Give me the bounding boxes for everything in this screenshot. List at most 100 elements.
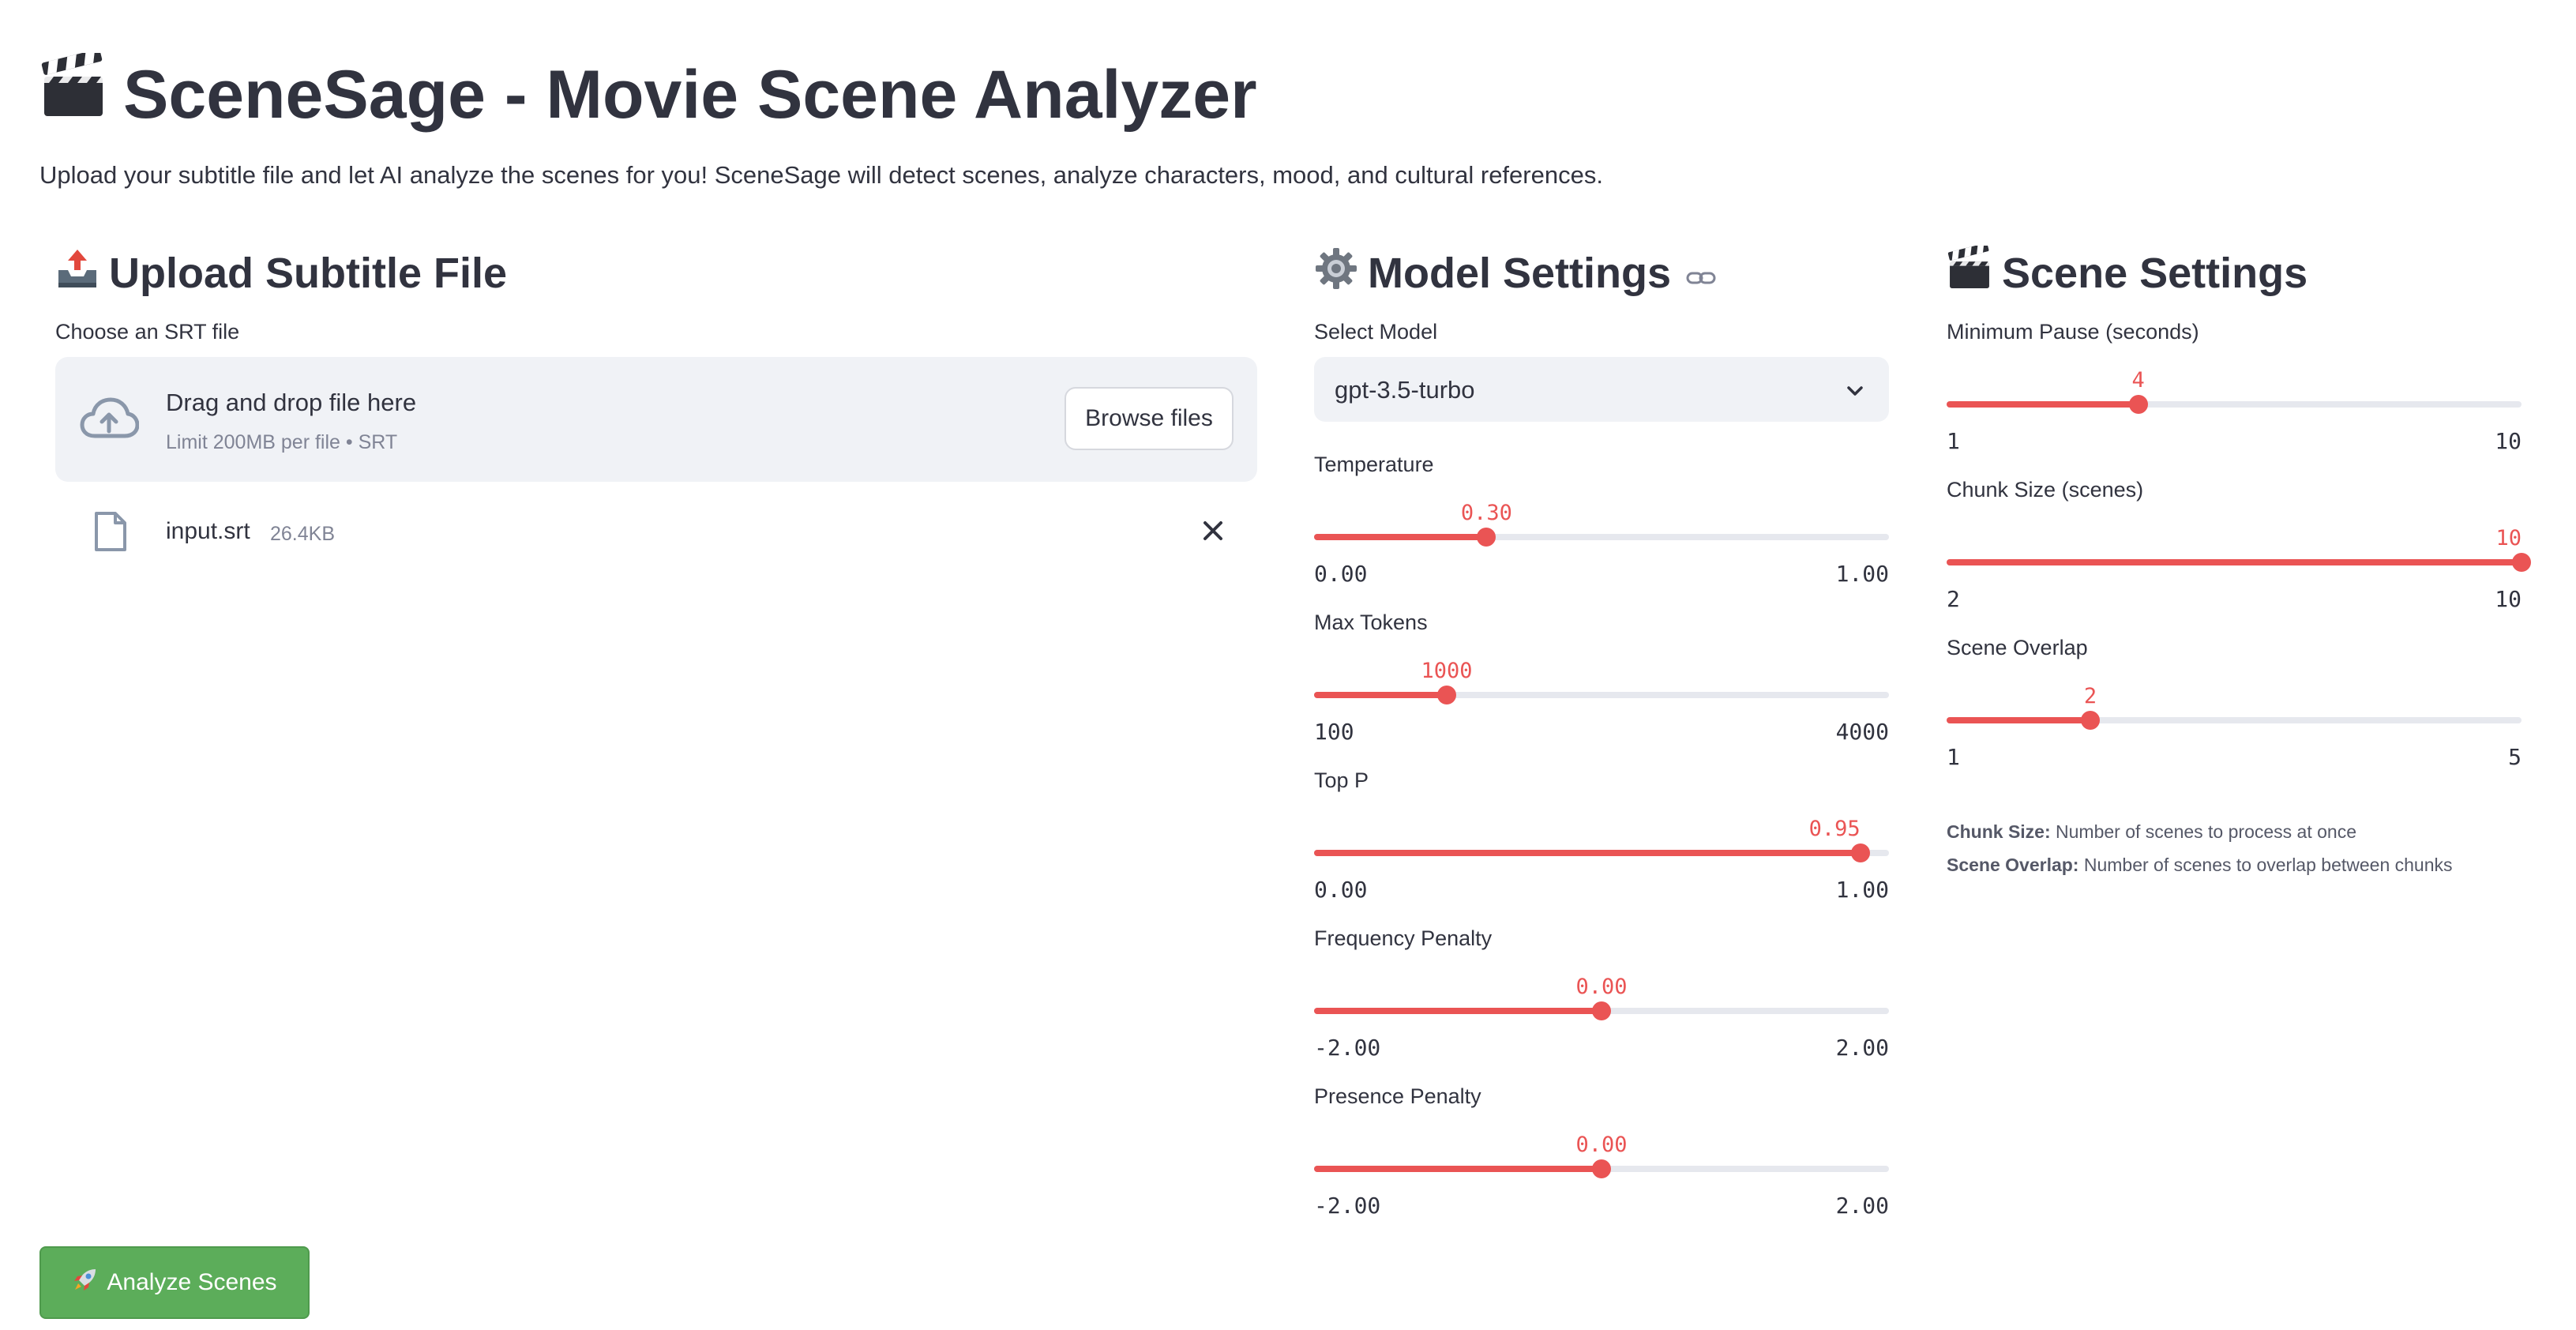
slider-track[interactable] xyxy=(1947,553,2531,572)
clapper-board-icon xyxy=(1947,242,1992,302)
slider-value: 0.00 xyxy=(1575,975,1628,999)
slider-min: 0.00 xyxy=(1314,561,1368,587)
slider-min: 1 xyxy=(1947,428,1960,454)
help-line-chunk-size: Chunk Size: Number of scenes to process … xyxy=(1947,815,2522,848)
slider-max: 5 xyxy=(2508,744,2522,770)
slider-track[interactable] xyxy=(1314,1159,1889,1178)
frequency-penalty-slider[interactable]: Frequency Penalty 0.00 -2.00 2.00 xyxy=(1314,924,1889,1082)
model-settings-heading-text: Model Settings xyxy=(1368,250,1672,297)
scene-overlap-slider[interactable]: Scene Overlap 2 1 5 xyxy=(1947,633,2522,791)
slider-label: Scene Overlap xyxy=(1947,636,2088,659)
model-select[interactable]: gpt-3.5-turbo xyxy=(1314,357,1889,422)
uploaded-file-name: input.srt xyxy=(166,518,250,544)
help-term: Chunk Size: xyxy=(1947,821,2051,842)
uploaded-file-row: input.srt 26.4KB xyxy=(55,498,1257,569)
slider-track[interactable] xyxy=(1947,711,2522,730)
analyze-scenes-button[interactable]: Analyze Scenes xyxy=(39,1246,310,1319)
temperature-slider[interactable]: Temperature 0.30 0.00 1.00 xyxy=(1314,450,1889,608)
remove-file-close-icon[interactable] xyxy=(1197,515,1229,550)
slider-fill xyxy=(1947,401,2139,408)
slider-label: Chunk Size (scenes) xyxy=(1947,478,2144,502)
outbox-tray-icon xyxy=(55,246,100,301)
scene-settings-help: Chunk Size: Number of scenes to process … xyxy=(1947,815,2522,881)
model-settings-heading: Model Settings xyxy=(1314,237,1889,310)
slider-thumb[interactable] xyxy=(1437,686,1457,704)
slider-fill xyxy=(1314,1166,1602,1172)
model-sliders: Temperature 0.30 0.00 1.00 Max Tokens 10… xyxy=(1314,450,1889,1240)
slider-track[interactable] xyxy=(1947,395,2522,414)
slider-thumb[interactable] xyxy=(2128,395,2148,414)
model-select-value: gpt-3.5-turbo xyxy=(1335,376,1475,404)
slider-label: Presence Penalty xyxy=(1314,1084,1481,1108)
slider-value: 0.00 xyxy=(1575,1133,1628,1157)
slider-min: -2.00 xyxy=(1314,1035,1381,1061)
help-term: Scene Overlap: xyxy=(1947,855,2079,875)
slider-value: 1000 xyxy=(1421,659,1473,683)
slider-max: 4000 xyxy=(1835,719,1889,745)
upload-heading-text: Upload Subtitle File xyxy=(109,250,508,297)
slider-min: 1 xyxy=(1947,744,1960,770)
browse-files-button[interactable]: Browse files xyxy=(1065,387,1234,450)
slider-min: 0.00 xyxy=(1314,877,1368,903)
page-description: Upload your subtitle file and let AI ana… xyxy=(39,161,1603,189)
slider-label: Frequency Penalty xyxy=(1314,926,1493,950)
slider-label: Top P xyxy=(1314,768,1369,792)
slider-thumb[interactable] xyxy=(1592,1159,1611,1178)
upload-section: Upload Subtitle File Choose an SRT file … xyxy=(55,237,1257,569)
slider-value: 0.95 xyxy=(1808,817,1861,841)
slider-max: 1.00 xyxy=(1835,877,1889,903)
slider-thumb[interactable] xyxy=(2081,711,2100,730)
max-tokens-slider[interactable]: Max Tokens 1000 100 4000 xyxy=(1314,608,1889,766)
minimum-pause-slider[interactable]: Minimum Pause (seconds) 4 1 10 xyxy=(1947,317,2522,475)
slider-fill xyxy=(1947,717,2090,723)
slider-fill xyxy=(1314,1008,1602,1014)
help-line-scene-overlap: Scene Overlap: Number of scenes to overl… xyxy=(1947,848,2522,881)
select-model-label: Select Model xyxy=(1314,320,1438,344)
top-p-slider[interactable]: Top P 0.95 0.00 1.00 xyxy=(1314,766,1889,924)
slider-track[interactable] xyxy=(1314,528,1889,547)
slider-max: 2.00 xyxy=(1835,1035,1889,1061)
file-dropzone[interactable]: Drag and drop file here Limit 200MB per … xyxy=(55,357,1257,482)
slider-thumb[interactable] xyxy=(1477,528,1496,547)
slider-max: 10 xyxy=(2495,428,2522,454)
scene-settings-section: Scene Settings Minimum Pause (seconds) 4… xyxy=(1947,237,2531,881)
rocket-icon xyxy=(72,1266,99,1299)
chevron-down-icon xyxy=(1845,379,1865,408)
slider-max: 2.00 xyxy=(1835,1193,1889,1219)
link-icon[interactable] xyxy=(1685,249,1717,298)
slider-fill xyxy=(1314,692,1448,698)
dropzone-instructions: Drag and drop file here xyxy=(166,389,417,416)
dropzone-limit: Limit 200MB per file • SRT xyxy=(166,431,398,453)
help-text: Number of scenes to overlap between chun… xyxy=(2078,855,2453,875)
page-title-text: SceneSage - Movie Scene Analyzer xyxy=(123,56,1257,133)
slider-thumb[interactable] xyxy=(1850,843,1870,862)
help-text: Number of scenes to process at once xyxy=(2050,821,2356,842)
chunk-size-slider[interactable]: Chunk Size (scenes) 10 2 10 xyxy=(1947,475,2531,633)
slider-track[interactable] xyxy=(1314,843,1889,862)
slider-value: 10 xyxy=(2495,526,2522,550)
slider-min: 100 xyxy=(1314,719,1354,745)
slider-min: -2.00 xyxy=(1314,1193,1381,1219)
slider-label: Temperature xyxy=(1314,453,1434,476)
upload-heading: Upload Subtitle File xyxy=(55,237,1257,310)
slider-label: Max Tokens xyxy=(1314,611,1428,634)
slider-fill xyxy=(1947,559,2522,565)
presence-penalty-slider[interactable]: Presence Penalty 0.00 -2.00 2.00 xyxy=(1314,1082,1889,1240)
slider-thumb[interactable] xyxy=(2512,553,2531,572)
slider-label: Minimum Pause (seconds) xyxy=(1947,320,2199,344)
cloud-upload-icon xyxy=(79,395,140,446)
slider-max: 1.00 xyxy=(1835,561,1889,587)
analyze-scenes-label: Analyze Scenes xyxy=(107,1269,277,1295)
slider-min: 2 xyxy=(1947,586,1960,612)
slider-fill xyxy=(1314,534,1487,540)
slider-track[interactable] xyxy=(1314,1001,1889,1020)
slider-value: 2 xyxy=(2083,684,2097,708)
slider-track[interactable] xyxy=(1314,686,1889,704)
clapper-board-icon xyxy=(39,48,107,137)
slider-value: 0.30 xyxy=(1460,501,1512,525)
slider-max: 10 xyxy=(2495,586,2522,612)
scene-settings-heading-text: Scene Settings xyxy=(2002,250,2308,297)
uploaded-file-size: 26.4KB xyxy=(270,523,336,545)
gear-icon xyxy=(1314,246,1358,301)
slider-thumb[interactable] xyxy=(1592,1001,1611,1020)
